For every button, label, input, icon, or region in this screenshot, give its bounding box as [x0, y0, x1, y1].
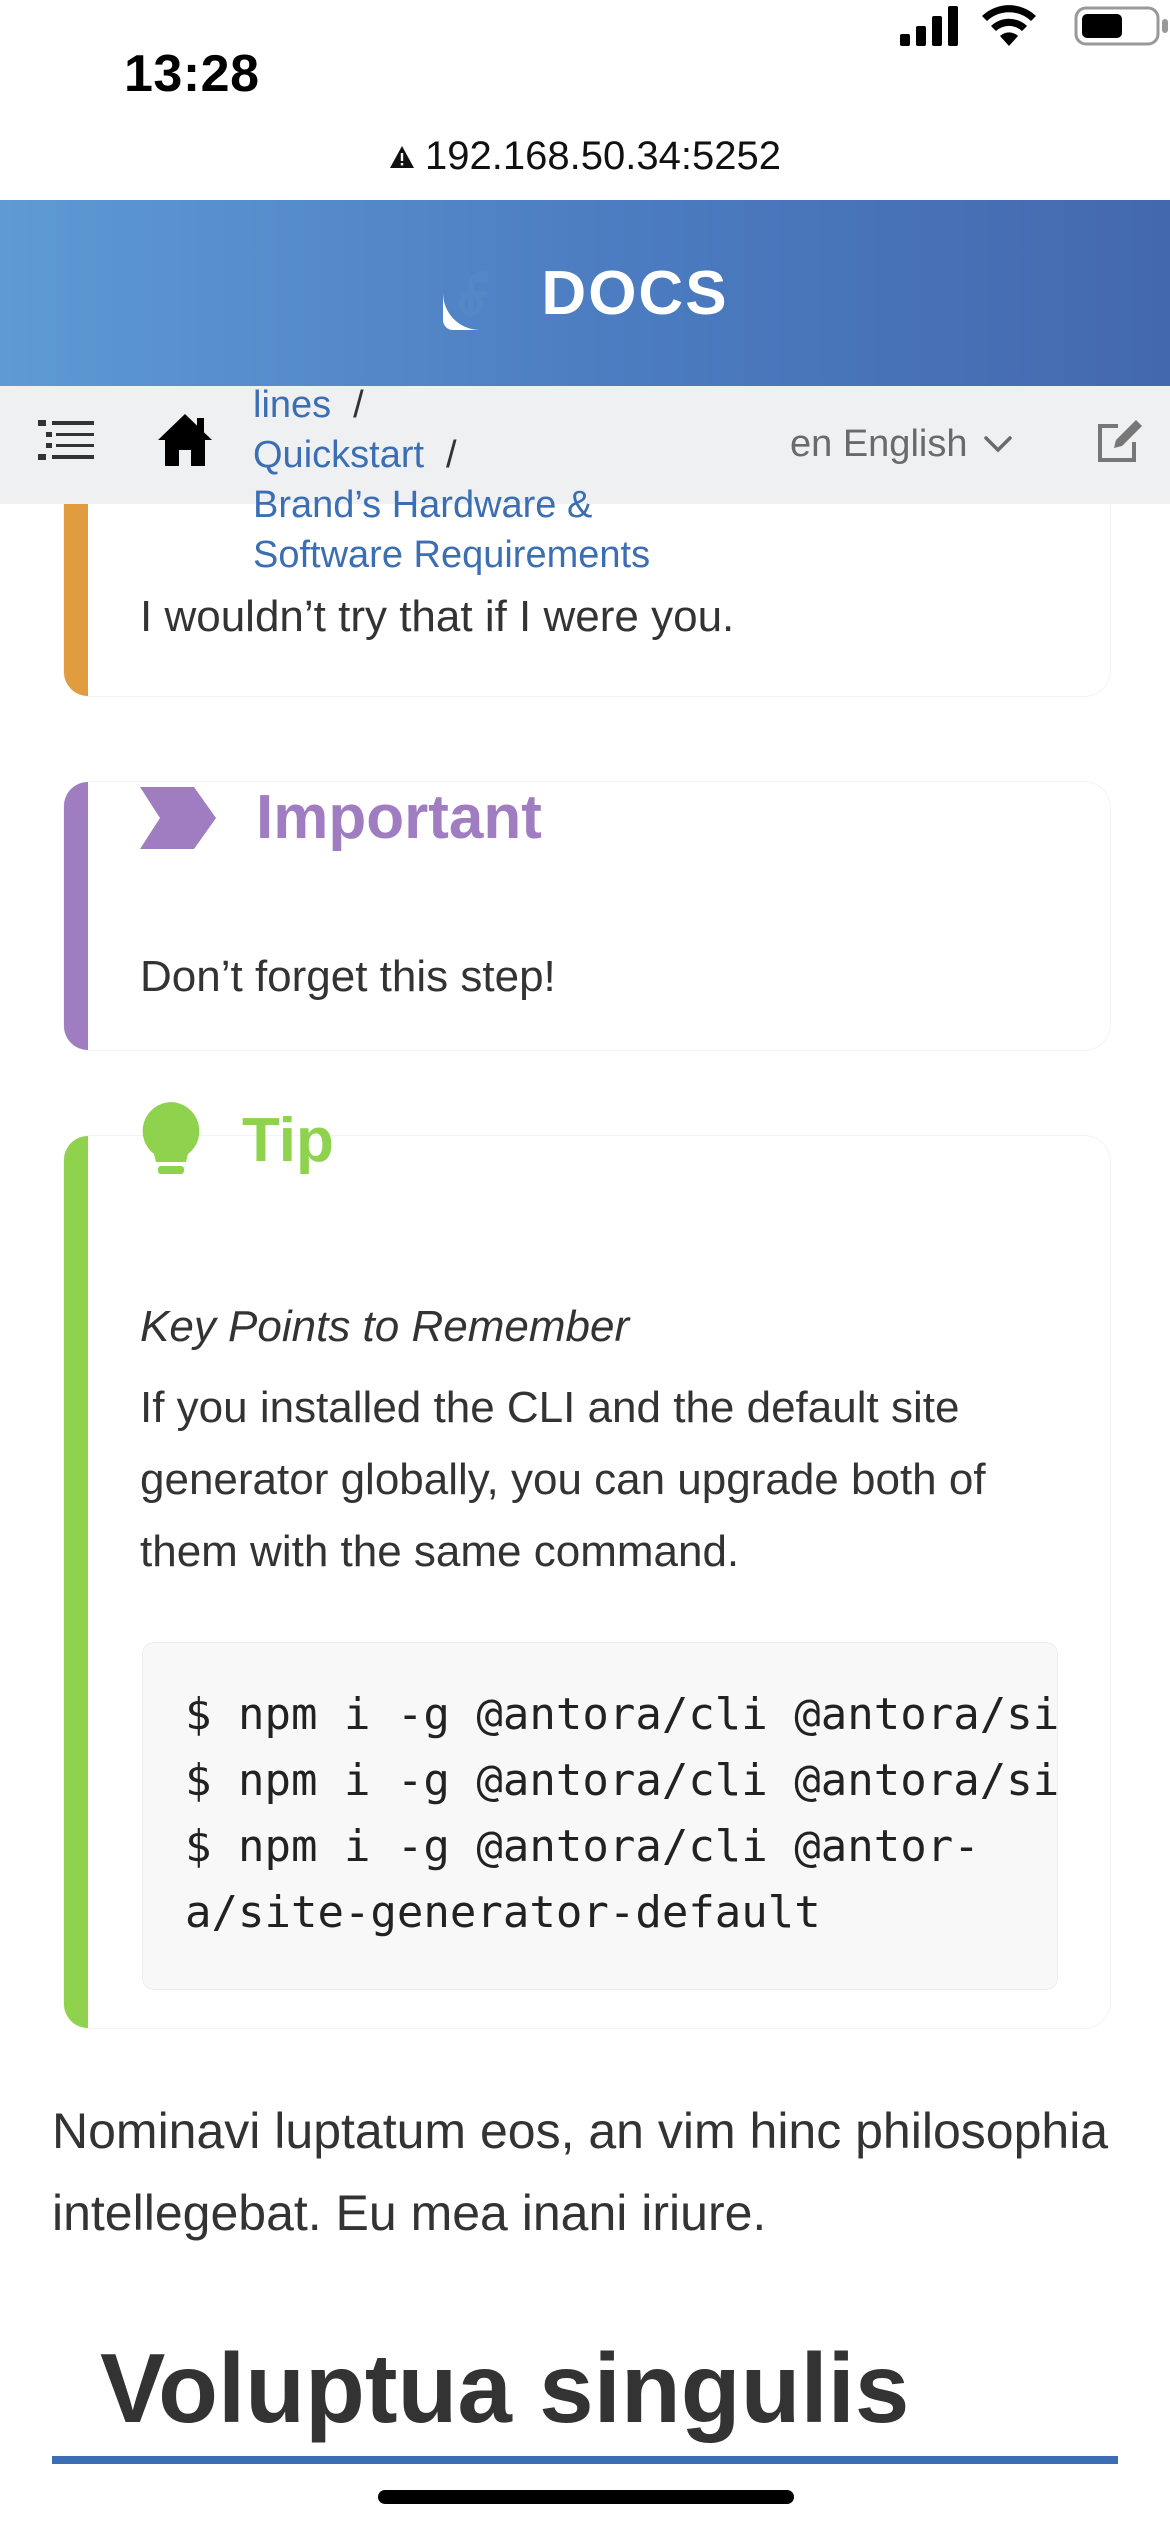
- code-line: $ npm i -g @antora/cli @antor-: [185, 1821, 980, 1872]
- breadcrumb: lines / Quickstart / Brand’s Hardware & So…: [253, 380, 693, 580]
- lightbulb-icon: [142, 1102, 200, 1174]
- address-bar[interactable]: 192.168.50.34:5252: [0, 130, 1170, 200]
- status-time: 13:28: [124, 45, 260, 103]
- status-bar: 13:28: [0, 0, 1170, 140]
- section-heading: Voluptua singulis: [100, 2333, 910, 2443]
- docs-logo[interactable]: DOCS: [441, 254, 728, 332]
- chevron-right-badge-icon: [140, 786, 216, 849]
- url-text: 192.168.50.34:5252: [425, 134, 781, 178]
- breadcrumb-item-quickstart[interactable]: Quickstart: [253, 434, 424, 476]
- tip-admonition: Tip Key Points to Remember If you instal…: [64, 1102, 1110, 2028]
- breadcrumb-item-requirements[interactable]: Brand’s Hardware & Software Requirements: [253, 480, 693, 580]
- home-icon[interactable]: [154, 408, 216, 470]
- fedora-logo-icon: [443, 256, 518, 330]
- breadcrumb-separator: /: [353, 384, 364, 426]
- language-select[interactable]: en English: [790, 414, 1013, 474]
- code-line: $ npm i -g @antora/cli @antora/site-gene…: [185, 1755, 1058, 1806]
- tip-accent-bar: [64, 1136, 88, 2028]
- home-indicator[interactable]: [378, 2490, 794, 2504]
- site-header: DOCS: [0, 200, 1170, 386]
- logo-text: DOCS: [541, 258, 729, 328]
- code-block[interactable]: $ npm i -g @antora/cli @antora/site-gene…: [142, 1642, 1058, 1990]
- important-admonition: Important Don’t forget this step!: [64, 782, 1110, 1050]
- battery-icon: [1074, 6, 1168, 46]
- breadcrumb-item-lines[interactable]: lines: [253, 384, 331, 426]
- tip-title: Tip: [242, 1105, 334, 1175]
- cellular-signal-icon: [900, 6, 958, 46]
- chevron-down-icon: [984, 436, 1013, 453]
- body-paragraph: Nominavi luptatum eos, an vim hinc philo…: [52, 2103, 1109, 2241]
- code-line: $ npm i -g @antora/cli @antora/site-gene…: [185, 1689, 1058, 1740]
- breadcrumb-separator: /: [446, 434, 457, 476]
- important-accent-bar: [64, 782, 88, 1050]
- heading-underline: [52, 2456, 1118, 2464]
- tip-body: If you installed the CLI and the default…: [140, 1383, 986, 1576]
- tip-subtitle: Key Points to Remember: [140, 1302, 630, 1351]
- important-text: Don’t forget this step!: [140, 952, 556, 1001]
- important-title: Important: [256, 783, 542, 852]
- wifi-icon: [982, 5, 1036, 46]
- warning-text: I wouldn’t try that if I were you.: [140, 592, 735, 641]
- language-label: en English: [790, 422, 968, 465]
- code-line: a/site-generator-default: [185, 1887, 821, 1938]
- insecure-warning-icon: [390, 145, 415, 168]
- edit-page-icon[interactable]: [1094, 414, 1146, 466]
- table-of-contents-icon[interactable]: [36, 410, 98, 472]
